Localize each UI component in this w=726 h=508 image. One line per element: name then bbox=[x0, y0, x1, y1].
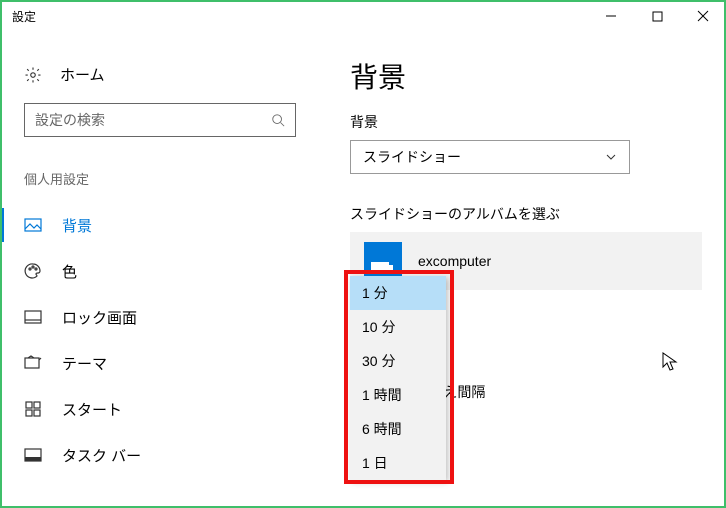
home-link[interactable]: ホーム bbox=[0, 60, 320, 103]
sidebar-item-theme[interactable]: テーマ bbox=[0, 340, 320, 386]
background-label: 背景 bbox=[350, 112, 702, 132]
sidebar-item-background[interactable]: 背景 bbox=[0, 202, 320, 248]
interval-option[interactable]: 1 時間 bbox=[350, 378, 446, 412]
sidebar-item-color[interactable]: 色 bbox=[0, 248, 320, 294]
interval-option[interactable]: 6 時間 bbox=[350, 412, 446, 446]
gear-icon bbox=[24, 66, 42, 84]
sidebar-item-label: タスク バー bbox=[62, 445, 141, 466]
sidebar-item-label: スタート bbox=[62, 399, 122, 420]
lockscreen-icon bbox=[24, 308, 42, 326]
sidebar: ホーム 設定の検索 個人用設定 背景 色 ロック画面 テーマ スタート bbox=[0, 32, 320, 508]
album-name-label: excomputer bbox=[418, 253, 491, 269]
sidebar-item-taskbar[interactable]: タスク バー bbox=[0, 432, 320, 478]
cursor-icon bbox=[662, 352, 678, 372]
window-title: 設定 bbox=[12, 8, 36, 25]
chevron-down-icon bbox=[605, 151, 617, 163]
interval-option[interactable]: 1 日 bbox=[350, 446, 446, 480]
album-thumbnail bbox=[364, 242, 402, 280]
interval-dropdown-list[interactable]: 1 分 10 分 30 分 1 時間 6 時間 1 日 bbox=[350, 276, 446, 480]
maximize-button[interactable] bbox=[634, 0, 680, 32]
sidebar-section-title: 個人用設定 bbox=[0, 161, 320, 202]
main-panel: 背景 背景 スライドショー スライドショーのアルバムを選ぶ excomputer… bbox=[320, 32, 726, 508]
home-label: ホーム bbox=[60, 64, 105, 85]
background-dropdown[interactable]: スライドショー bbox=[350, 140, 630, 174]
interval-option[interactable]: 10 分 bbox=[350, 310, 446, 344]
image-icon bbox=[24, 216, 42, 234]
sidebar-item-label: ロック画面 bbox=[62, 307, 137, 328]
palette-icon bbox=[24, 262, 42, 280]
sidebar-item-label: テーマ bbox=[62, 353, 107, 374]
interval-option[interactable]: 30 分 bbox=[350, 344, 446, 378]
minimize-button[interactable] bbox=[588, 0, 634, 32]
page-title: 背景 bbox=[350, 56, 702, 96]
theme-icon bbox=[24, 354, 42, 372]
sidebar-item-lockscreen[interactable]: ロック画面 bbox=[0, 294, 320, 340]
background-dropdown-value: スライドショー bbox=[363, 147, 461, 167]
sidebar-item-label: 背景 bbox=[62, 215, 92, 236]
sidebar-item-start[interactable]: スタート bbox=[0, 386, 320, 432]
start-icon bbox=[24, 400, 42, 418]
close-button[interactable] bbox=[680, 0, 726, 32]
album-label: スライドショーのアルバムを選ぶ bbox=[350, 204, 702, 224]
sidebar-item-label: 色 bbox=[62, 261, 77, 282]
taskbar-icon bbox=[24, 446, 42, 464]
search-input[interactable]: 設定の検索 bbox=[24, 103, 296, 137]
search-icon bbox=[271, 113, 285, 127]
interval-option[interactable]: 1 分 bbox=[350, 276, 446, 310]
search-placeholder: 設定の検索 bbox=[35, 110, 271, 130]
